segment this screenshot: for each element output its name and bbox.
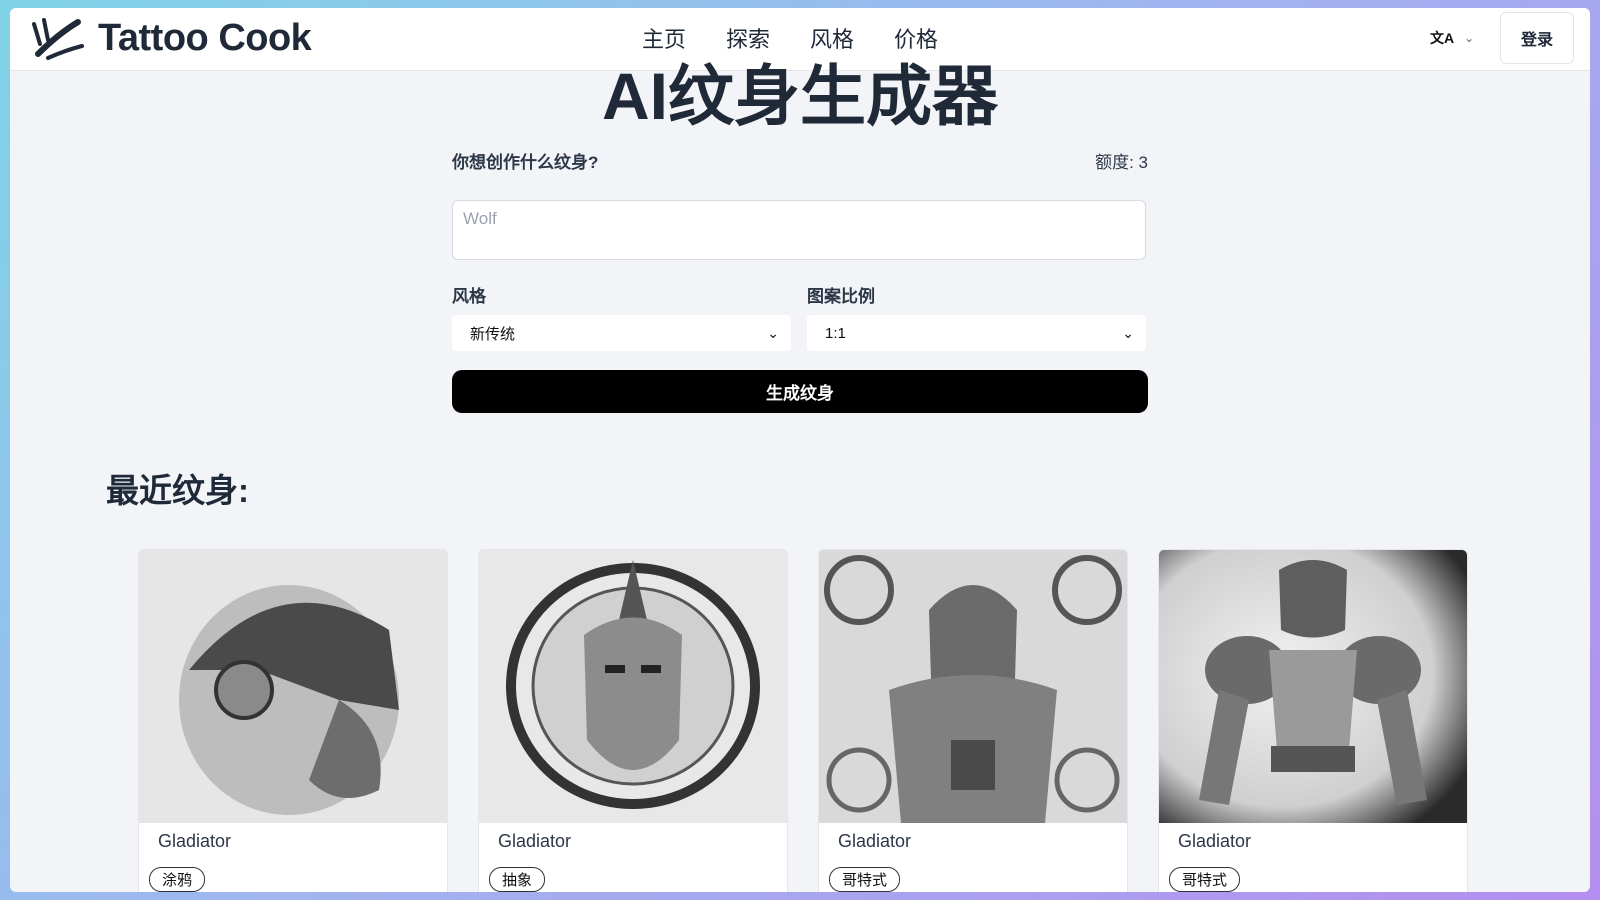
- style-tag[interactable]: 抽象: [489, 867, 546, 892]
- tattoo-card[interactable]: Gladiator 涂鸦: [138, 549, 448, 892]
- tattoo-card[interactable]: Gladiator 哥特式: [818, 549, 1128, 892]
- brand-name: Tattoo Cook: [98, 16, 312, 59]
- tattoo-title: Gladiator: [158, 831, 232, 851]
- prompt-input[interactable]: Wolf: [452, 200, 1146, 260]
- ratio-select-value: 1:1: [825, 324, 846, 342]
- style-tag[interactable]: 涂鸦: [149, 867, 206, 892]
- style-select-value: 新传统: [470, 325, 516, 343]
- brand-logo[interactable]: Tattoo Cook: [28, 14, 312, 62]
- tattoo-image: [1159, 550, 1467, 823]
- style-select[interactable]: 新传统 ⌄: [452, 315, 791, 351]
- credits-counter: 额度: 3: [1095, 153, 1148, 172]
- tattoo-image: [819, 550, 1127, 823]
- generate-tattoo-button[interactable]: 生成纹身: [452, 370, 1148, 413]
- nav-home[interactable]: 主页: [642, 22, 686, 54]
- tattoo-image: [139, 550, 447, 823]
- tattoo-card[interactable]: Gladiator 哥特式: [1158, 549, 1468, 892]
- prompt-label: 你想创作什么纹身?: [452, 153, 599, 172]
- ratio-label: 图案比例: [807, 287, 875, 306]
- recent-tattoos-grid: Gladiator 涂鸦 Gladiator 抽象 Gladiator 哥特式 …: [138, 549, 1468, 892]
- chevron-down-icon: ⌄: [767, 324, 779, 341]
- ratio-field: 图案比例 1:1 ⌄: [807, 282, 1146, 351]
- tattoo-card[interactable]: Gladiator 抽象: [478, 549, 788, 892]
- login-button[interactable]: 登录: [1500, 12, 1574, 64]
- tattoo-generator-form: 你想创作什么纹身? 额度: 3 Wolf 风格 新传统 ⌄ 图案比例 1:1 ⌄…: [452, 148, 1148, 413]
- style-label: 风格: [452, 287, 486, 306]
- chevron-down-icon: ⌄: [1122, 324, 1134, 341]
- tattoo-title: Gladiator: [498, 831, 572, 851]
- tattoo-title: Gladiator: [1178, 831, 1252, 851]
- translate-icon: 文A: [1430, 30, 1455, 46]
- nav-styles[interactable]: 风格: [810, 22, 854, 54]
- style-field: 风格 新传统 ⌄: [452, 282, 791, 351]
- style-tag[interactable]: 哥特式: [829, 867, 901, 892]
- tattoo-title: Gladiator: [838, 831, 912, 851]
- chevron-down-icon: ⌄: [1464, 31, 1475, 45]
- tattoo-image: [479, 550, 787, 823]
- prompt-label-row: 你想创作什么纹身? 额度: 3: [452, 148, 1148, 173]
- brush-logo-icon: [32, 18, 84, 60]
- ratio-select[interactable]: 1:1 ⌄: [807, 315, 1146, 351]
- main-nav: 主页 探索 风格 价格: [642, 22, 978, 54]
- recent-tattoos-heading: 最近纹身:: [106, 472, 249, 509]
- style-tag[interactable]: 哥特式: [1169, 867, 1241, 892]
- nav-explore[interactable]: 探索: [726, 22, 770, 54]
- browser-window: Tattoo Cook 主页 探索 风格 价格 文A ⌄ 登录 AI纹身生成器 …: [10, 8, 1590, 892]
- language-switcher[interactable]: 文A ⌄: [1430, 28, 1474, 48]
- nav-pricing[interactable]: 价格: [894, 22, 938, 54]
- page-title: AI纹身生成器: [602, 59, 998, 133]
